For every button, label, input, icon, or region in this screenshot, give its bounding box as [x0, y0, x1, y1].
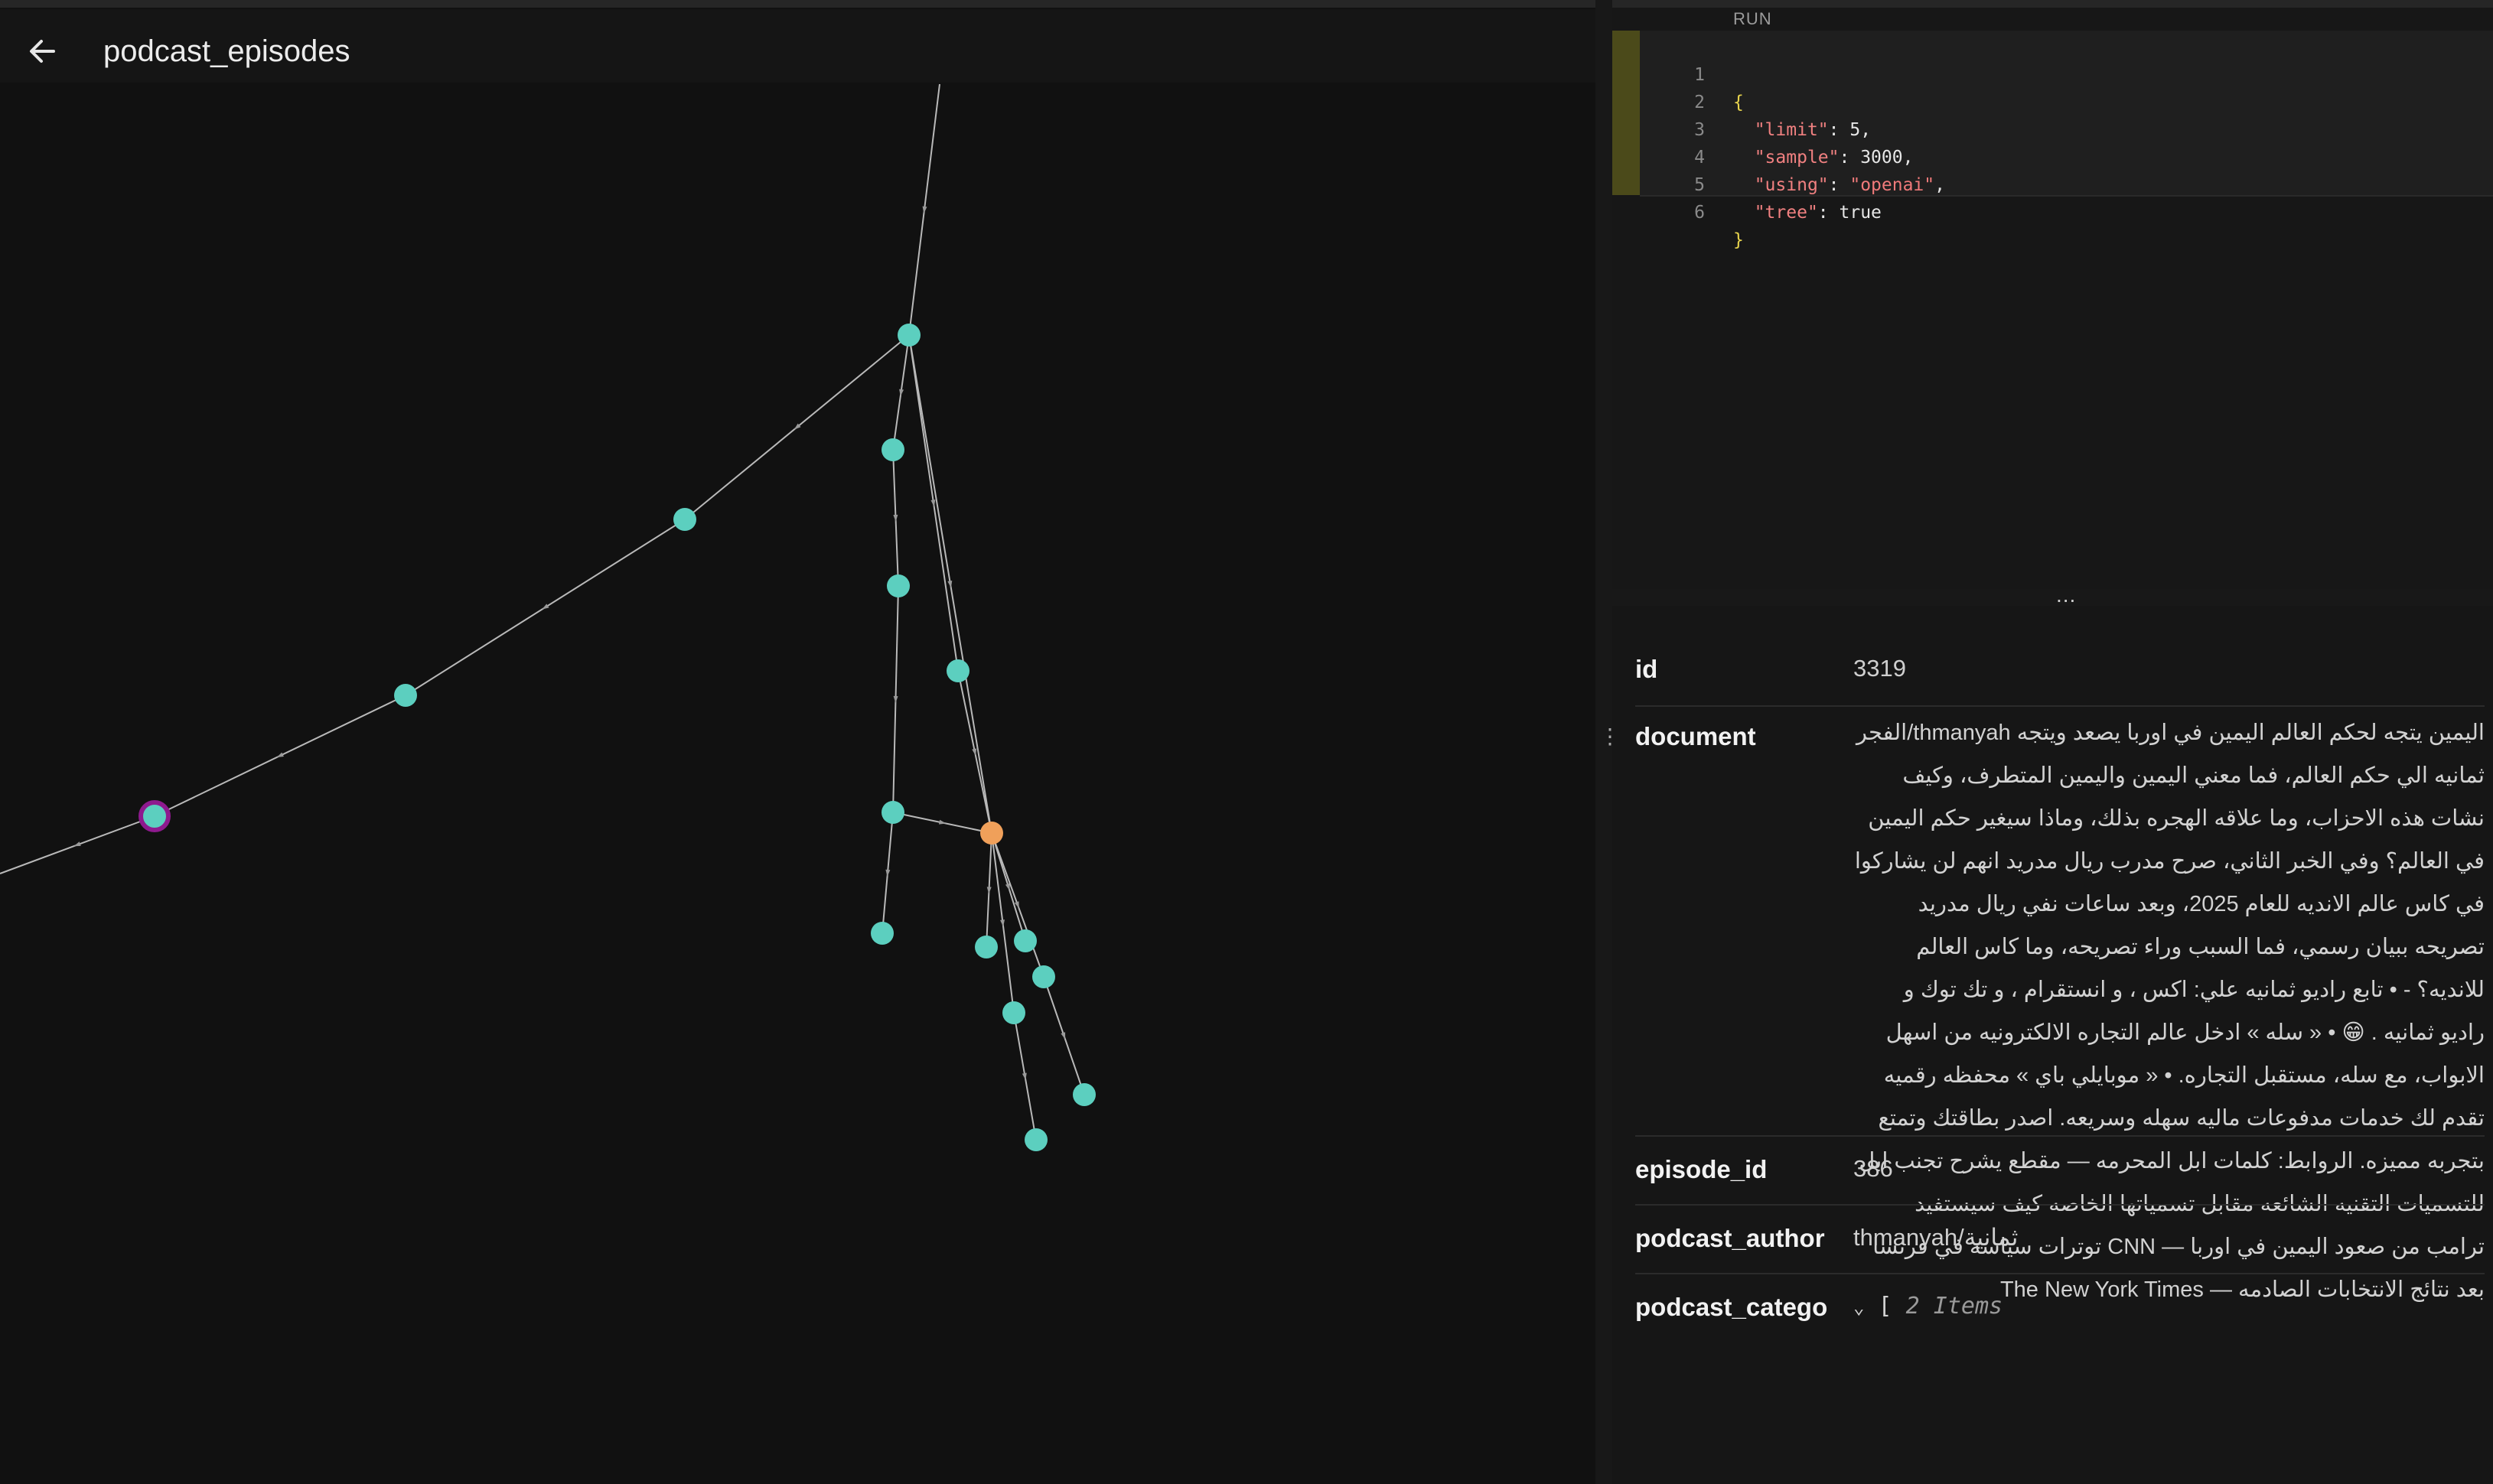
- code-value: true: [1839, 203, 1882, 223]
- code-key: "tree": [1754, 203, 1818, 223]
- code-line: 2 "limit": 5,: [1640, 61, 2493, 140]
- code-line: 4 "using": "openai",: [1640, 116, 2493, 195]
- editor-gutter-marker: [1612, 31, 1640, 195]
- line-number: 6: [1694, 203, 1705, 223]
- record-detail-panel: id 3319 document اليمين يتجه لحكم العالم…: [1612, 606, 2493, 1484]
- graph-node-selected[interactable]: [138, 800, 171, 832]
- edge-arrow: [542, 604, 549, 610]
- array-bracket: [: [1878, 1293, 1892, 1320]
- top-border: [0, 0, 2493, 8]
- chevron-down-icon: ⌄: [1853, 1297, 1865, 1318]
- field-row-document: document اليمين يتجه لحكم العالم اليمين …: [1635, 707, 2485, 1302]
- graph-node-highlighted[interactable]: [980, 822, 1003, 845]
- field-value: 3319: [1853, 655, 1906, 682]
- array-toggle[interactable]: ⌄ [ 2 Items: [1853, 1293, 2003, 1320]
- graph-node[interactable]: [947, 659, 970, 682]
- graph-node[interactable]: [1032, 965, 1055, 988]
- graph-node[interactable]: [1002, 1001, 1025, 1024]
- drag-handle-icon: ⋮: [1599, 724, 1621, 748]
- edge-arrow: [893, 514, 898, 522]
- field-row-podcast-category: podcast_catego ⌄ [ 2 Items: [1635, 1274, 2485, 1342]
- edge-arrow: [1005, 883, 1010, 891]
- graph-node[interactable]: [1025, 1128, 1048, 1151]
- code-line: 1 {: [1640, 34, 2493, 112]
- graph-node[interactable]: [887, 574, 910, 597]
- graph-node[interactable]: [394, 684, 417, 707]
- more-icon: ...: [2056, 583, 2077, 607]
- page-title: podcast_episodes: [103, 34, 350, 68]
- code-line: 3 "sample": 3000,: [1640, 89, 2493, 168]
- graph-node[interactable]: [882, 438, 904, 461]
- graph-svg[interactable]: [0, 83, 1595, 1484]
- graph-node[interactable]: [871, 922, 894, 945]
- arrow-left-icon: [30, 40, 55, 63]
- header-bar: podcast_episodes: [0, 9, 1595, 83]
- code-token: }: [1733, 230, 1744, 250]
- back-button[interactable]: [23, 32, 61, 70]
- graph-node[interactable]: [975, 936, 998, 958]
- graph-node[interactable]: [882, 801, 904, 824]
- field-value: thmanyah/ثمانية: [1853, 1224, 2019, 1251]
- edge-arrow: [899, 389, 904, 396]
- field-label: document: [1635, 722, 1756, 750]
- array-count: 2 Items: [1905, 1293, 2003, 1320]
- edge-arrow: [893, 695, 898, 703]
- field-row-episode-id: episode_id 386: [1635, 1137, 2485, 1206]
- field-label: podcast_author: [1635, 1224, 1825, 1252]
- horizontal-resize-handle[interactable]: ...: [1612, 583, 2493, 607]
- edge-arrow: [986, 887, 992, 894]
- graph-node[interactable]: [898, 324, 921, 347]
- code-line: 5 "tree": true: [1640, 144, 2493, 223]
- vertical-resize-handle[interactable]: ⋮: [1595, 0, 1621, 1484]
- graph-node[interactable]: [1014, 929, 1037, 952]
- edge-arrow: [73, 841, 81, 847]
- graph-node[interactable]: [1073, 1083, 1096, 1106]
- code-line: 6 }: [1640, 171, 2493, 250]
- graph-canvas[interactable]: [0, 83, 1595, 1484]
- field-row-id: id 3319: [1635, 636, 2485, 707]
- edge-arrow: [1061, 1032, 1066, 1040]
- field-value: 386: [1853, 1155, 1893, 1182]
- field-row-podcast-author: podcast_author thmanyah/ثمانية: [1635, 1206, 2485, 1274]
- query-editor[interactable]: RUN 1 { 2 "limit": 5, 3 "sample": 3000, …: [1612, 8, 2493, 589]
- field-label: podcast_catego: [1635, 1293, 1828, 1321]
- edge-arrow: [276, 752, 284, 758]
- field-label: id: [1635, 655, 1658, 683]
- graph-node[interactable]: [673, 508, 696, 531]
- field-label: episode_id: [1635, 1155, 1768, 1183]
- run-label[interactable]: RUN: [1733, 9, 1772, 29]
- code-editor[interactable]: 1 { 2 "limit": 5, 3 "sample": 3000, 4 "u…: [1640, 31, 2493, 250]
